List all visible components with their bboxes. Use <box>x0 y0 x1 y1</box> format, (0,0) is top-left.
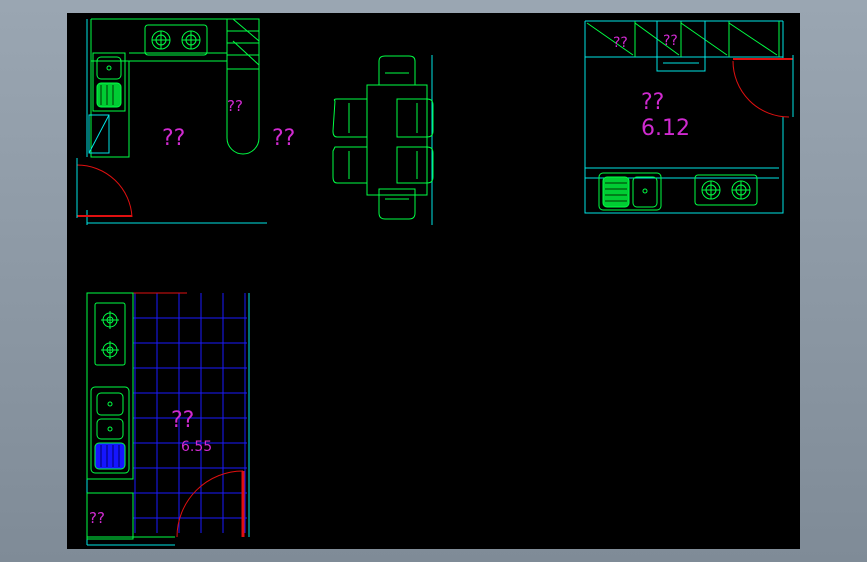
floor-plan-drawing: ?? ?? ?? ?? ?? ?? 6.12 ?? ?? 6.55 <box>76 18 794 546</box>
plan-b-kitchen: ?? ?? ?? 6.12 <box>584 20 794 214</box>
door-swing-icon <box>732 58 793 118</box>
plan-c-kitchen: ?? ?? 6.55 <box>86 292 250 546</box>
fridge-icon <box>88 114 110 154</box>
plan-b-room-label: ?? <box>641 90 664 115</box>
sink-icon <box>92 52 126 112</box>
plan-c-room-label: ?? <box>171 408 194 433</box>
door-swing-icon <box>76 164 133 218</box>
chair-icon <box>332 98 368 138</box>
chair-icon <box>378 55 416 86</box>
dining-table <box>332 55 434 225</box>
plan-c-counter <box>86 292 175 540</box>
plan-c-fridge-label: ?? <box>89 509 105 527</box>
sink-icon <box>598 172 662 211</box>
stove-icon <box>694 174 758 206</box>
plan-a-walls <box>86 19 267 225</box>
chair-icon <box>332 146 368 184</box>
plan-a-island-label: ?? <box>227 97 243 115</box>
plan-b-cabinet-label-2: ?? <box>663 33 678 49</box>
plan-c-area-label: 6.55 <box>181 439 212 455</box>
plan-a-kitchen: ?? ?? ?? <box>76 18 295 225</box>
plan-a-left-label: ?? <box>162 126 185 151</box>
door-swing-icon <box>176 470 245 538</box>
chair-icon <box>396 146 434 184</box>
stove-icon <box>94 302 126 366</box>
plan-b-area-label: 6.12 <box>641 116 690 141</box>
plan-a-right-label: ?? <box>272 126 295 151</box>
chair-icon <box>378 188 416 220</box>
cad-viewport[interactable]: ?? ?? ?? ?? ?? ?? 6.12 ?? ?? 6.55 <box>67 13 800 549</box>
plan-b-cabinet-label-1: ?? <box>613 35 628 51</box>
stove-icon <box>144 24 208 56</box>
chair-icon <box>396 98 434 138</box>
sink-icon <box>90 386 130 474</box>
